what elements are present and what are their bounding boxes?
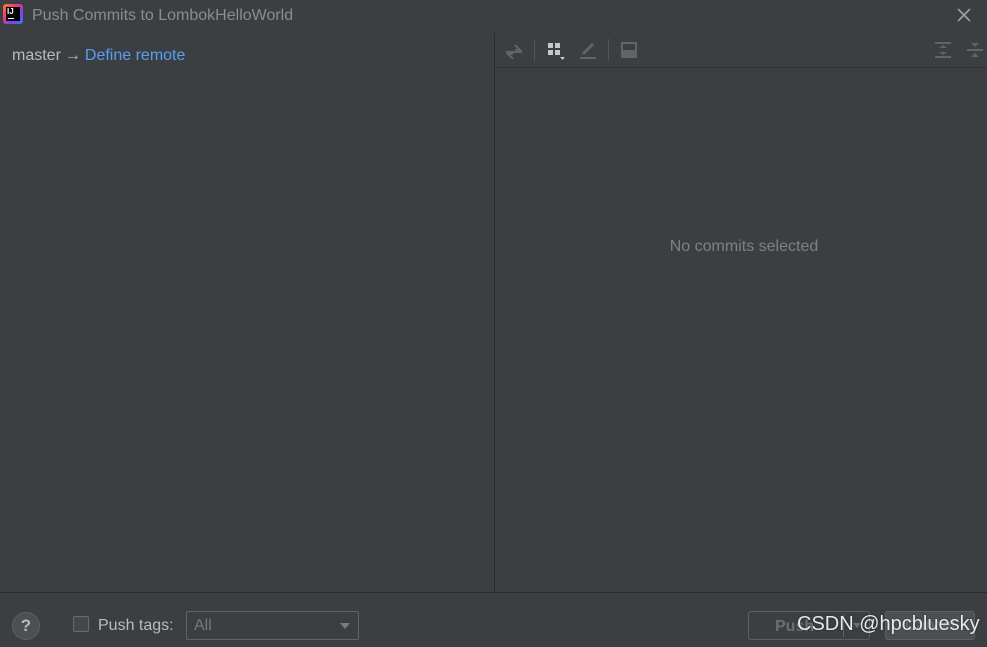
preview-diff-icon[interactable] (618, 39, 640, 61)
details-toolbar (495, 33, 987, 68)
watermark: CSDN @hpcbluesky (797, 613, 980, 635)
commit-details-panel: No commits selected (495, 33, 987, 592)
toolbar-separator (608, 39, 609, 61)
branch-arrow: → (64, 47, 81, 64)
chevron-down-icon (340, 623, 350, 629)
collapse-all-icon[interactable] (964, 39, 986, 61)
show-diff-icon[interactable] (503, 39, 525, 61)
branches-panel: master → Define remote (0, 33, 494, 592)
branch-row[interactable]: master → Define remote (12, 47, 185, 65)
local-branch-name: master (12, 47, 61, 64)
intellij-idea-icon: IJ (3, 4, 23, 24)
title-bar: IJ Push Commits to LombokHelloWorld (0, 0, 987, 32)
toolbar-separator (534, 39, 535, 61)
push-tags-checkbox[interactable] (73, 616, 89, 632)
tags-select-value: All (194, 617, 212, 634)
help-button[interactable]: ? (12, 612, 40, 640)
close-icon[interactable] (954, 4, 974, 26)
window-title: Push Commits to LombokHelloWorld (32, 7, 294, 24)
define-remote-link[interactable]: Define remote (85, 47, 186, 64)
footer-divider (0, 592, 987, 593)
group-by-icon[interactable] (545, 39, 567, 61)
expand-all-icon[interactable] (932, 39, 954, 61)
tags-select[interactable]: All (186, 611, 359, 640)
no-commits-message: No commits selected (669, 238, 819, 255)
edit-source-icon[interactable] (577, 39, 599, 61)
push-tags-label[interactable]: Push tags: (98, 617, 174, 635)
